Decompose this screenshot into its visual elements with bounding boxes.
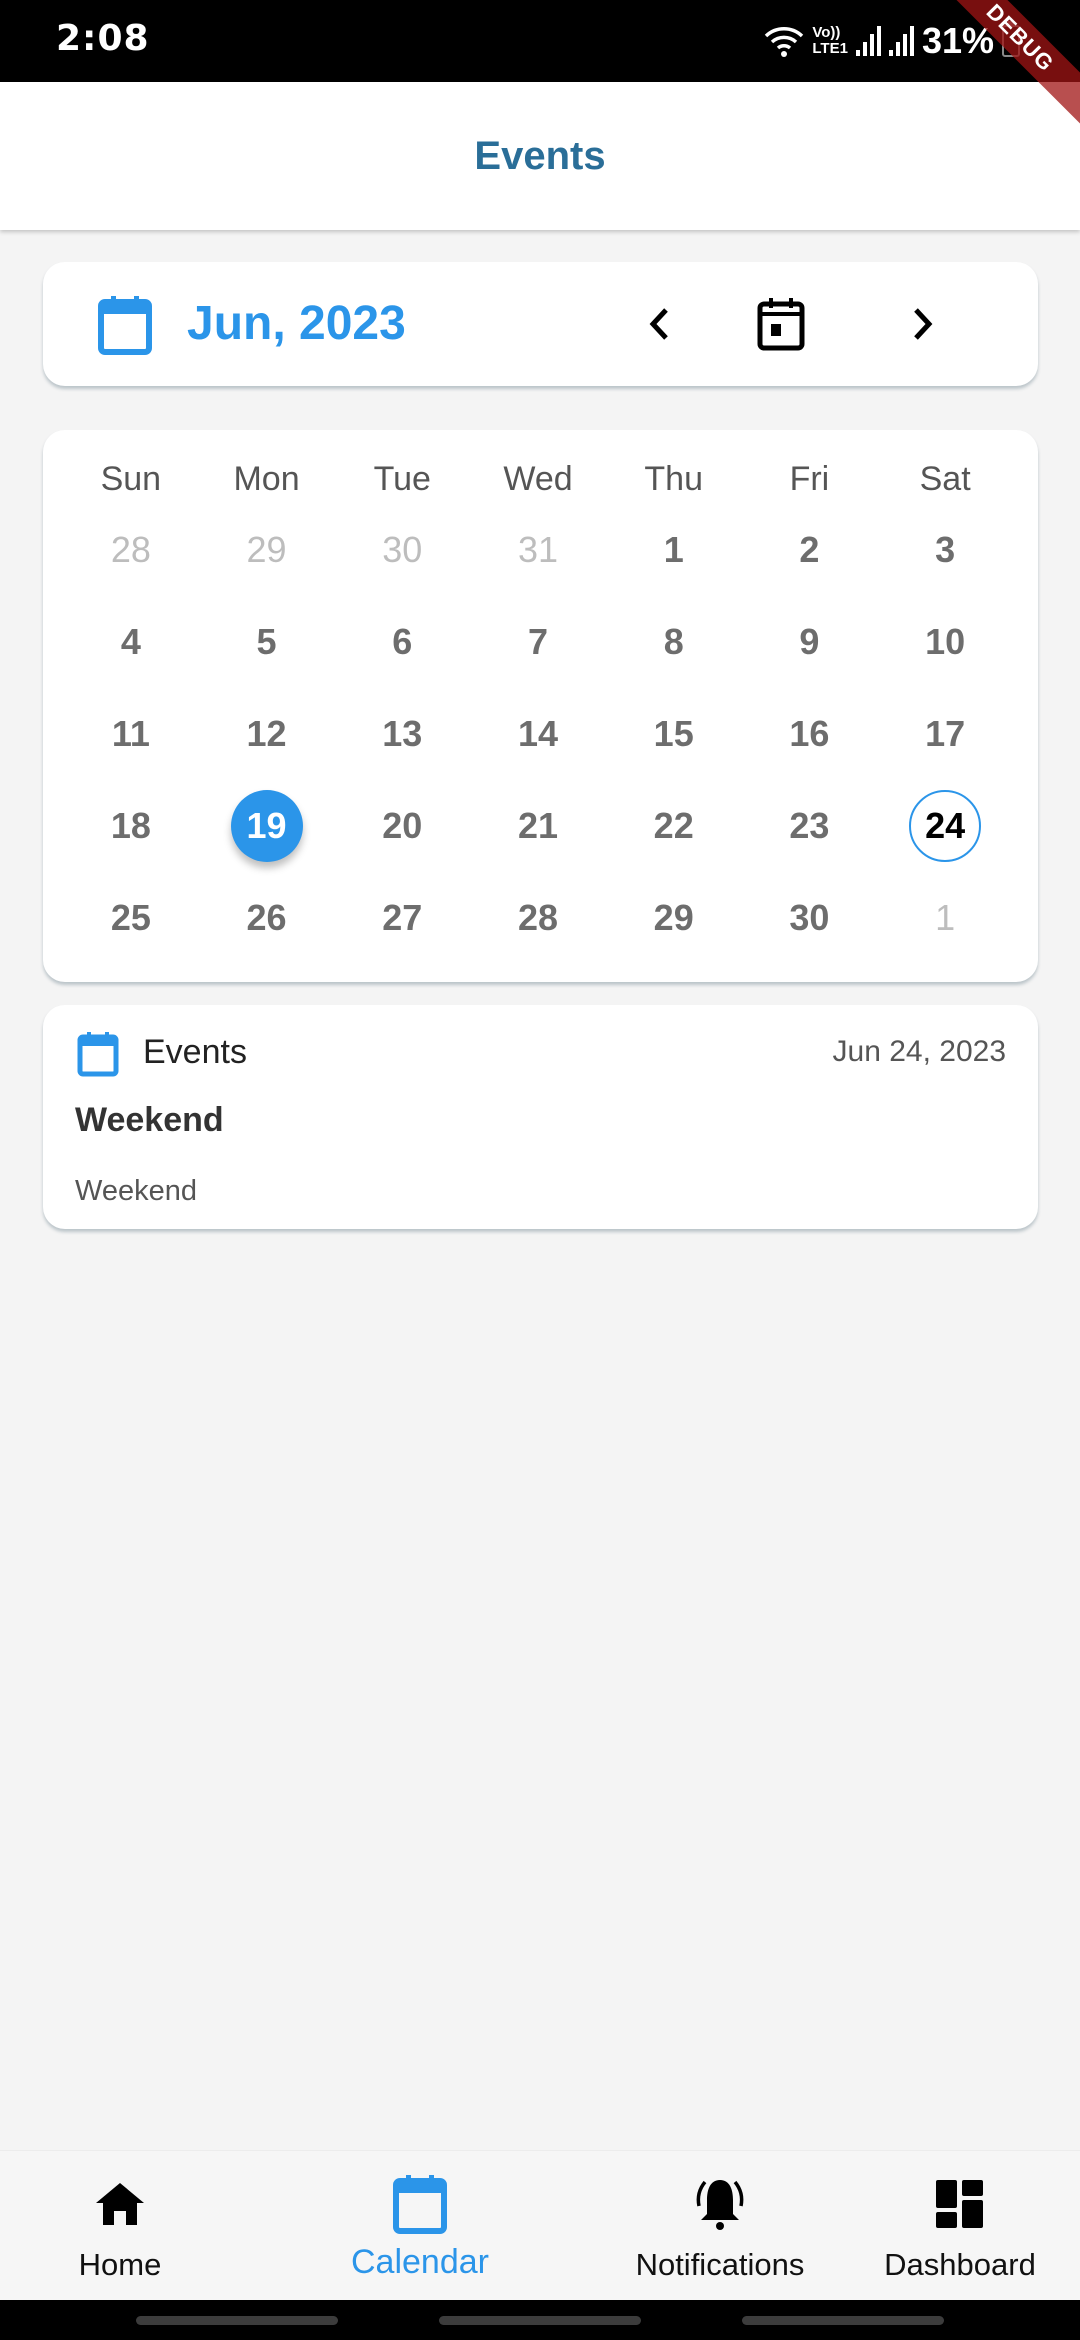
calendar-icon [77,1032,119,1077]
calendar-week-row: 28 29 30 31 1 2 3 [63,504,1013,596]
calendar-day[interactable]: 28 [95,514,167,586]
event-date: Jun 24, 2023 [832,1035,1006,1068]
weekday-header: Sun Mon Tue Wed Thu Fri Sat [63,454,1013,504]
weekday-label: Sun [100,459,162,498]
calendar-week-row: 18 19 20 21 22 23 24 [63,780,1013,872]
chevron-right-icon [914,308,933,340]
calendar-day[interactable]: 25 [95,882,167,954]
calendar-icon [98,296,152,355]
calendar-day[interactable]: 1 [909,882,981,954]
event-category: Events [143,1033,247,1071]
calendar-day[interactable]: 2 [773,514,845,586]
calendar-week-row: 11 12 13 14 15 16 17 [63,688,1013,780]
calendar-grid: Sun Mon Tue Wed Thu Fri Sat 28 29 30 31 1 2 3 4 5 6 7 8 9 1… [63,454,1013,964]
calendar-day[interactable]: 20 [366,790,438,862]
wifi-icon [765,27,804,57]
network-type: Vo)) LTE1 [812,25,848,57]
page-title: Events [474,133,606,178]
calendar-day[interactable]: 30 [773,882,845,954]
system-nav-recents[interactable] [136,2316,338,2325]
nav-item-dashboard[interactable]: Dashboard [870,2151,1050,2301]
calendar-day[interactable]: 29 [638,882,710,954]
chevron-left-icon [649,308,668,340]
signal-icon [855,26,881,56]
system-navigation-bar [0,2300,1080,2340]
calendar-day[interactable]: 28 [502,882,574,954]
calendar-day[interactable]: 8 [638,606,710,678]
event-title: Weekend [75,1101,224,1139]
weekday-label: Fri [789,459,830,498]
nav-item-calendar[interactable]: Calendar [330,2151,510,2301]
calendar-day[interactable]: 3 [909,514,981,586]
calendar-day[interactable]: 31 [502,514,574,586]
calendar-today-icon [757,298,805,351]
calendar-day[interactable]: 6 [366,606,438,678]
nav-item-home[interactable]: Home [40,2151,200,2301]
calendar-day[interactable]: 23 [773,790,845,862]
status-bar: 2:08 Vo)) LTE1 31% [0,0,1080,82]
home-icon [96,2183,144,2225]
status-icons: Vo)) LTE1 31% [764,20,1020,62]
month-header-card: Jun, 2023 [43,262,1038,386]
weekday-label: Sat [919,459,971,498]
calendar-day[interactable]: 17 [909,698,981,770]
weekday-label: Wed [503,459,573,498]
weekday-label: Tue [373,459,431,498]
system-nav-back[interactable] [742,2316,944,2325]
calendar-day[interactable]: 4 [95,606,167,678]
calendar-day[interactable]: 15 [638,698,710,770]
nav-label: Calendar [351,2243,489,2281]
nav-item-notifications[interactable]: Notifications [610,2151,830,2301]
calendar-day[interactable]: 16 [773,698,845,770]
event-card[interactable]: Events Jun 24, 2023 Weekend Weekend [43,1005,1038,1229]
system-nav-home[interactable] [439,2316,641,2325]
calendar-week-row: 4 5 6 7 8 9 10 [63,596,1013,688]
calendar-week-row: 25 26 27 28 29 30 1 [63,872,1013,964]
calendar-day[interactable]: 1 [638,514,710,586]
calendar-day[interactable]: 18 [95,790,167,862]
signal-icon [888,26,914,56]
app-bar: Events [0,82,1080,230]
calendar-day[interactable]: 12 [231,698,303,770]
calendar-day-event[interactable]: 24 [909,790,982,862]
calendar-card: Sun Mon Tue Wed Thu Fri Sat 28 29 30 31 1 2 3 4 5 6 7 8 9 1… [43,430,1038,982]
calendar-day[interactable]: 14 [502,698,574,770]
volte-label: Vo)) [812,24,841,41]
calendar-day[interactable]: 22 [638,790,710,862]
status-time: 2:08 [56,18,150,59]
next-month-button[interactable] [893,294,953,354]
lte-label: LTE1 [812,40,848,57]
calendar-day[interactable]: 21 [502,790,574,862]
event-description: Weekend [75,1175,197,1207]
nav-label: Home [78,2247,162,2282]
calendar-day-selected[interactable]: 19 [230,790,303,862]
calendar-icon [393,2175,447,2234]
bell-ringing-icon [696,2180,744,2230]
dashboard-icon [936,2180,983,2228]
calendar-day[interactable]: 5 [231,606,303,678]
calendar-day[interactable]: 29 [231,514,303,586]
calendar-day[interactable]: 26 [231,882,303,954]
calendar-day[interactable]: 9 [773,606,845,678]
weekday-label: Mon [233,459,300,498]
calendar-day[interactable]: 7 [502,606,574,678]
calendar-day[interactable]: 27 [366,882,438,954]
calendar-day[interactable]: 30 [366,514,438,586]
month-label[interactable]: Jun, 2023 [187,296,406,351]
calendar-day[interactable]: 11 [95,698,167,770]
nav-label: Notifications [635,2247,805,2282]
weekday-label: Thu [644,459,703,498]
calendar-day[interactable]: 13 [366,698,438,770]
bottom-navigation: Home Calendar Notifications Dashboard [0,2150,1080,2300]
today-button[interactable] [751,294,811,354]
nav-label: Dashboard [884,2247,1036,2282]
previous-month-button[interactable] [629,294,689,354]
calendar-day[interactable]: 10 [909,606,981,678]
